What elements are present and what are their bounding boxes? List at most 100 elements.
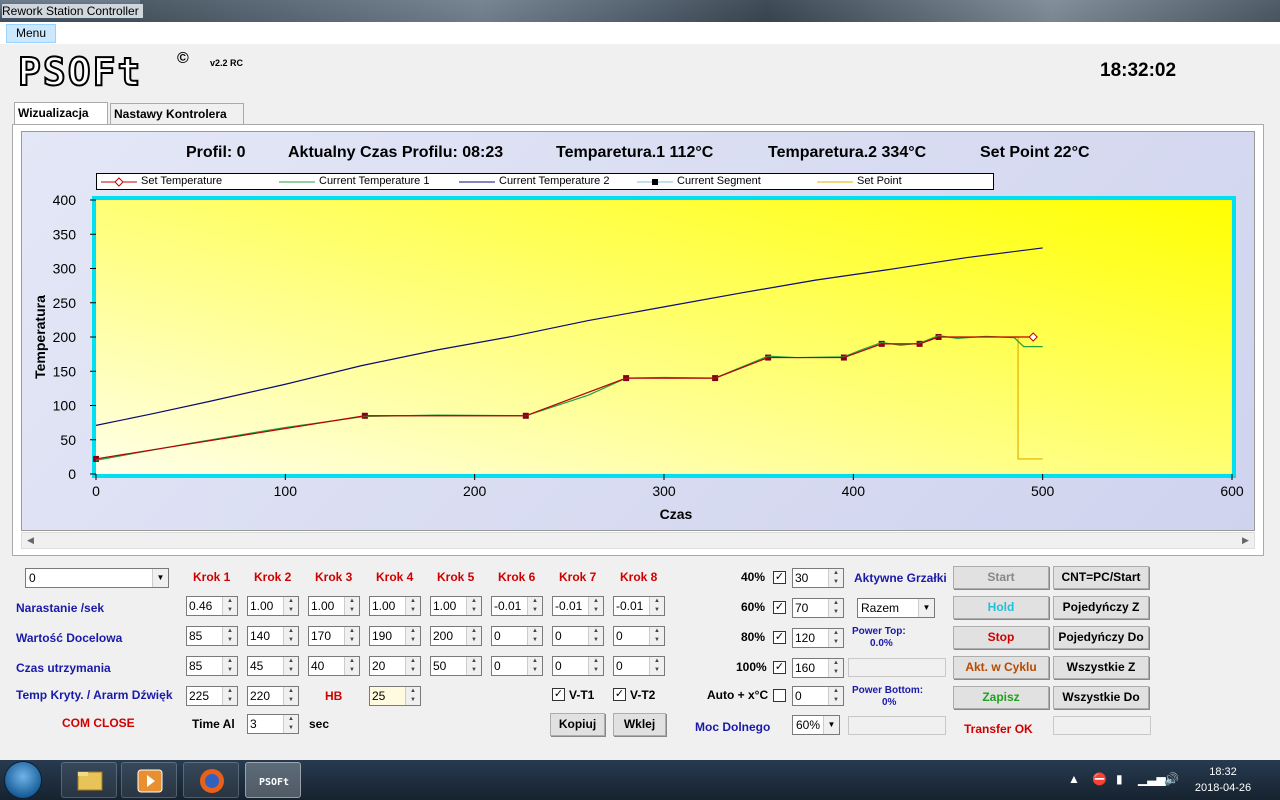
tab-wizualizacja[interactable]: Wizualizacja [14, 102, 108, 125]
step-input[interactable] [494, 658, 526, 674]
spin-up-icon[interactable]: ▲ [406, 597, 420, 606]
spin-down-icon[interactable]: ▼ [467, 636, 481, 645]
step-input[interactable] [616, 658, 648, 674]
spin-down-icon[interactable]: ▼ [406, 636, 420, 645]
spin-down-icon[interactable]: ▼ [829, 638, 843, 647]
start-button[interactable]: Start [953, 566, 1049, 589]
auto-input[interactable] [795, 688, 827, 704]
profile-select[interactable]: 0 ▼ [25, 568, 169, 588]
step-input[interactable] [433, 658, 465, 674]
step-stepper[interactable]: ▲▼ [247, 596, 299, 616]
spin-down-icon[interactable]: ▼ [829, 668, 843, 677]
step-stepper[interactable]: ▲▼ [552, 626, 604, 646]
step-stepper[interactable]: ▲▼ [613, 626, 665, 646]
spin-down-icon[interactable]: ▼ [589, 666, 603, 675]
spin-up-icon[interactable]: ▲ [528, 597, 542, 606]
spin-down-icon[interactable]: ▼ [223, 666, 237, 675]
cnt-pc-start-button[interactable]: CNT=PC/Start [1053, 566, 1149, 589]
spin-up-icon[interactable]: ▲ [284, 687, 298, 696]
spin-up-icon[interactable]: ▲ [829, 629, 843, 638]
spin-up-icon[interactable]: ▲ [223, 597, 237, 606]
power-percent-stepper[interactable]: ▲▼ [792, 598, 844, 618]
step-input[interactable] [189, 628, 221, 644]
step-input[interactable] [372, 658, 404, 674]
spin-down-icon[interactable]: ▼ [528, 636, 542, 645]
chevron-down-icon[interactable]: ▼ [823, 716, 839, 734]
spin-down-icon[interactable]: ▼ [223, 696, 237, 705]
step-stepper[interactable]: ▲▼ [186, 626, 238, 646]
step-input[interactable] [189, 598, 221, 614]
spin-down-icon[interactable]: ▼ [345, 606, 359, 615]
menu-button[interactable]: Menu [6, 24, 56, 43]
step-input[interactable] [311, 628, 343, 644]
tray-network-error-icon[interactable]: ⛔ [1092, 772, 1107, 786]
spin-up-icon[interactable]: ▲ [223, 657, 237, 666]
tray-chevron-up-icon[interactable]: ▲ [1068, 772, 1080, 786]
temp-kryt-stepper[interactable]: ▲▼ [186, 686, 238, 706]
spin-down-icon[interactable]: ▼ [284, 666, 298, 675]
chart-scrollbar[interactable]: ◀ ▶ [21, 532, 1255, 549]
spin-down-icon[interactable]: ▼ [406, 606, 420, 615]
vt1-checkbox[interactable]: ✓ [552, 688, 565, 701]
step-input[interactable] [494, 628, 526, 644]
stop-button[interactable]: Stop [953, 626, 1049, 649]
spin-down-icon[interactable]: ▼ [829, 578, 843, 587]
tab-nastawy-kontrolera[interactable]: Nastawy Kontrolera [110, 103, 244, 125]
step-stepper[interactable]: ▲▼ [430, 656, 482, 676]
media-player-taskbar-icon[interactable] [121, 762, 177, 798]
spin-up-icon[interactable]: ▲ [284, 715, 298, 724]
temp-kryt-input[interactable] [189, 688, 221, 704]
spin-up-icon[interactable]: ▲ [406, 687, 420, 696]
step-stepper[interactable]: ▲▼ [186, 596, 238, 616]
step-stepper[interactable]: ▲▼ [369, 656, 421, 676]
hold-button[interactable]: Hold [953, 596, 1049, 619]
spin-up-icon[interactable]: ▲ [829, 687, 843, 696]
firefox-taskbar-icon[interactable] [183, 762, 239, 798]
hb-stepper[interactable]: ▲▼ [369, 686, 421, 706]
power-percent-stepper[interactable]: ▲▼ [792, 568, 844, 588]
step-stepper[interactable]: ▲▼ [491, 626, 543, 646]
step-stepper[interactable]: ▲▼ [430, 596, 482, 616]
spin-down-icon[interactable]: ▼ [589, 606, 603, 615]
spin-up-icon[interactable]: ▲ [650, 657, 664, 666]
spin-up-icon[interactable]: ▲ [467, 627, 481, 636]
spin-up-icon[interactable]: ▲ [589, 657, 603, 666]
step-stepper[interactable]: ▲▼ [369, 596, 421, 616]
windows-start-icon[interactable] [4, 761, 42, 799]
wszystkie-do-button[interactable]: Wszystkie Do [1053, 686, 1149, 709]
spin-down-icon[interactable]: ▼ [406, 696, 420, 705]
pojedynczy-z-button[interactable]: Pojedyńczy Z [1053, 596, 1149, 619]
spin-up-icon[interactable]: ▲ [528, 627, 542, 636]
step-input[interactable] [372, 598, 404, 614]
step-input[interactable] [311, 598, 343, 614]
spin-down-icon[interactable]: ▼ [528, 666, 542, 675]
spin-down-icon[interactable]: ▼ [223, 636, 237, 645]
spin-down-icon[interactable]: ▼ [284, 696, 298, 705]
tray-volume-icon[interactable]: 🔊 [1164, 772, 1179, 786]
spin-down-icon[interactable]: ▼ [284, 636, 298, 645]
spin-up-icon[interactable]: ▲ [284, 657, 298, 666]
zapisz-button[interactable]: Zapisz [953, 686, 1049, 709]
spin-down-icon[interactable]: ▼ [829, 696, 843, 705]
tray-clock[interactable]: 18:32 2018-04-26 [1188, 764, 1258, 796]
spin-up-icon[interactable]: ▲ [284, 627, 298, 636]
step-stepper[interactable]: ▲▼ [308, 596, 360, 616]
spin-up-icon[interactable]: ▲ [467, 657, 481, 666]
spin-down-icon[interactable]: ▼ [284, 724, 298, 733]
step-input[interactable] [433, 628, 465, 644]
spin-up-icon[interactable]: ▲ [829, 599, 843, 608]
moc-dolnego-select[interactable]: 60% ▼ [792, 715, 840, 735]
akt-w-cyklu-button[interactable]: Akt. w Cyklu [953, 656, 1049, 679]
auto-checkbox[interactable] [773, 689, 786, 702]
spin-up-icon[interactable]: ▲ [223, 687, 237, 696]
spin-up-icon[interactable]: ▲ [589, 627, 603, 636]
step-input[interactable] [311, 658, 343, 674]
spin-up-icon[interactable]: ▲ [650, 597, 664, 606]
spin-up-icon[interactable]: ▲ [345, 657, 359, 666]
spin-up-icon[interactable]: ▲ [345, 597, 359, 606]
scroll-right-icon[interactable]: ▶ [1237, 533, 1254, 548]
aktywne-grzalki-select[interactable]: Razem ▼ [857, 598, 935, 618]
spin-up-icon[interactable]: ▲ [589, 597, 603, 606]
alarm-input[interactable] [250, 688, 282, 704]
kopiuj-button[interactable]: Kopiuj [550, 713, 605, 736]
